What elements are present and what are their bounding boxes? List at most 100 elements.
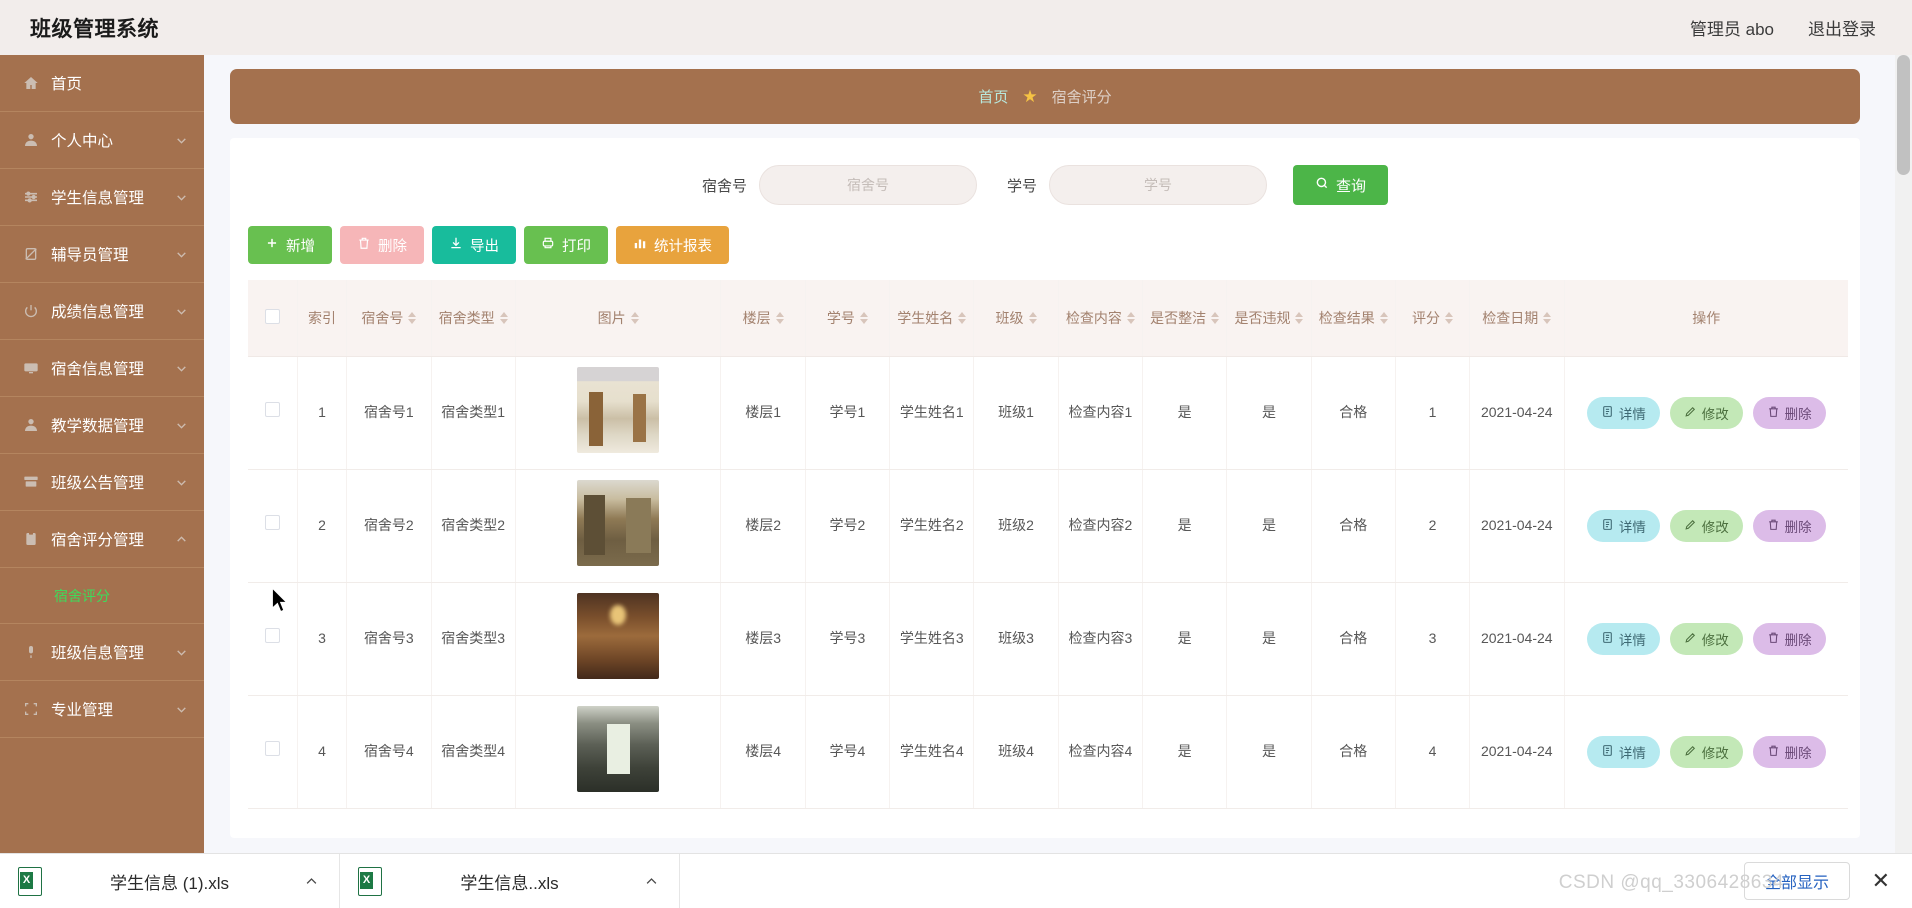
trash-icon xyxy=(1767,405,1780,421)
dorm-photo-thumbnail[interactable] xyxy=(577,366,660,453)
col-floor[interactable]: 楼层 xyxy=(720,280,806,357)
select-all-checkbox[interactable] xyxy=(264,308,280,324)
sort-icon[interactable] xyxy=(1379,311,1388,324)
logout-link[interactable]: 退出登录 xyxy=(1808,15,1876,40)
col-student-no[interactable]: 学号 xyxy=(805,280,891,357)
edit-button[interactable]: 修改 xyxy=(1669,509,1743,542)
row-checkbox[interactable] xyxy=(264,628,280,643)
cell-image[interactable] xyxy=(515,356,722,470)
sort-icon[interactable] xyxy=(408,311,417,324)
sort-icon[interactable] xyxy=(775,311,784,324)
col-dorm-type[interactable]: 宿舍类型 xyxy=(431,280,516,357)
sort-icon[interactable] xyxy=(859,311,868,324)
row-select-cell[interactable] xyxy=(248,695,298,809)
sidebar-item-major[interactable]: 专业管理 xyxy=(0,681,204,738)
sidebar-item-class-notice[interactable]: 班级公告管理 xyxy=(0,454,204,511)
sort-icon[interactable] xyxy=(1211,311,1220,324)
cell-image[interactable] xyxy=(515,469,722,583)
cell-score: 2 xyxy=(1395,469,1470,583)
search-label-student-no: 学号 xyxy=(1006,177,1037,195)
sidebar-item-student-info[interactable]: 学生信息管理 xyxy=(0,169,204,226)
page-scrollbar[interactable] xyxy=(1895,55,1912,853)
row-checkbox[interactable] xyxy=(264,741,280,756)
add-button[interactable]: 新增 xyxy=(248,226,332,264)
sidebar-item-counselor[interactable]: 辅导员管理 xyxy=(0,226,204,283)
row-select-cell[interactable] xyxy=(248,356,298,470)
sidebar-item-dorm-score[interactable]: 宿舍评分管理 xyxy=(0,511,204,568)
show-all-downloads-button[interactable]: 全部显示 xyxy=(1743,862,1850,900)
cell-dorm-type: 宿舍类型3 xyxy=(431,582,516,696)
edit-button[interactable]: 修改 xyxy=(1669,622,1743,655)
edit-button[interactable]: 修改 xyxy=(1669,735,1743,768)
table-row[interactable]: 4 宿舍号4 宿舍类型4 楼层4 学号4 学生姓名4 班级4 检查内容4 是 是… xyxy=(248,695,1848,809)
col-student-name[interactable]: 学生姓名 xyxy=(889,280,975,357)
col-check-content[interactable]: 检查内容 xyxy=(1058,280,1144,357)
detail-button[interactable]: 详情 xyxy=(1586,735,1660,768)
row-delete-button[interactable]: 删除 xyxy=(1752,622,1826,655)
dorm-photo-thumbnail[interactable] xyxy=(577,705,660,792)
sort-icon[interactable] xyxy=(1444,311,1453,324)
sort-icon[interactable] xyxy=(630,311,639,324)
row-checkbox[interactable] xyxy=(264,515,280,530)
download-item[interactable]: X 学生信息..xls xyxy=(340,853,680,908)
row-select-cell[interactable] xyxy=(248,469,298,583)
sort-icon[interactable] xyxy=(1126,311,1135,324)
col-check-date-label: 检查日期 xyxy=(1482,309,1539,326)
sidebar-item-personal-center[interactable]: 个人中心 xyxy=(0,112,204,169)
col-check-date[interactable]: 检查日期 xyxy=(1469,280,1565,357)
search-input-student-no[interactable] xyxy=(1049,165,1267,205)
sidebar-subitem-dorm-score[interactable]: 宿舍评分 xyxy=(0,568,204,624)
breadcrumb-home[interactable]: 首页 xyxy=(978,86,1008,107)
cell-is-clean: 是 xyxy=(1142,356,1228,470)
col-dorm-no[interactable]: 宿舍号 xyxy=(346,280,432,357)
cell-dorm-no: 宿舍号1 xyxy=(346,356,432,470)
row-checkbox[interactable] xyxy=(264,402,280,417)
export-button[interactable]: 导出 xyxy=(432,226,516,264)
dorm-photo-thumbnail[interactable] xyxy=(577,592,660,679)
table-row[interactable]: 3 宿舍号3 宿舍类型3 楼层3 学号3 学生姓名3 班级3 检查内容3 是 是… xyxy=(248,582,1848,696)
cell-floor: 楼层4 xyxy=(720,695,806,809)
row-delete-button[interactable]: 删除 xyxy=(1752,735,1826,768)
detail-button[interactable]: 详情 xyxy=(1586,622,1660,655)
sidebar-item-home[interactable]: 首页 xyxy=(0,55,204,112)
row-delete-button[interactable]: 删除 xyxy=(1752,396,1826,429)
sidebar[interactable]: 首页 个人中心 学生信息管理 辅导员管理 成绩信息管理 宿舍信息管理 教学数据管… xyxy=(0,55,204,853)
sort-icon[interactable] xyxy=(958,311,967,324)
sort-icon[interactable] xyxy=(1295,311,1304,324)
cell-image[interactable] xyxy=(515,695,722,809)
print-button[interactable]: 打印 xyxy=(524,226,608,264)
sort-icon[interactable] xyxy=(499,311,508,324)
sidebar-item-dorm-info[interactable]: 宿舍信息管理 xyxy=(0,340,204,397)
col-is-violation[interactable]: 是否违规 xyxy=(1226,280,1312,357)
sidebar-item-class-info[interactable]: 班级信息管理 xyxy=(0,624,204,681)
sidebar-item-score-info[interactable]: 成绩信息管理 xyxy=(0,283,204,340)
edit-button[interactable]: 修改 xyxy=(1669,396,1743,429)
scrollbar-thumb[interactable] xyxy=(1897,55,1910,175)
report-button[interactable]: 统计报表 xyxy=(616,226,729,264)
sidebar-item-teaching-data[interactable]: 教学数据管理 xyxy=(0,397,204,454)
col-score[interactable]: 评分 xyxy=(1395,280,1470,357)
table-row[interactable]: 1 宿舍号1 宿舍类型1 楼层1 学号1 学生姓名1 班级1 检查内容1 是 是… xyxy=(248,356,1848,470)
row-delete-button[interactable]: 删除 xyxy=(1752,509,1826,542)
delete-button[interactable]: 删除 xyxy=(340,226,424,264)
col-is-clean[interactable]: 是否整洁 xyxy=(1142,280,1228,357)
chevron-up-icon[interactable] xyxy=(637,874,665,889)
download-item[interactable]: X 学生信息 (1).xls xyxy=(0,853,340,908)
table-row[interactable]: 2 宿舍号2 宿舍类型2 楼层2 学号2 学生姓名2 班级2 检查内容2 是 是… xyxy=(248,469,1848,583)
col-image[interactable]: 图片 xyxy=(515,280,722,357)
close-icon[interactable]: ✕ xyxy=(1872,870,1890,892)
dorm-photo-thumbnail[interactable] xyxy=(577,479,660,566)
search-input-dorm-no[interactable] xyxy=(758,165,977,205)
col-check-result[interactable]: 检查结果 xyxy=(1311,280,1396,357)
trash-icon xyxy=(1767,744,1780,760)
select-all-header[interactable] xyxy=(248,280,298,357)
pencil-icon xyxy=(1684,744,1697,760)
chevron-up-icon[interactable] xyxy=(297,874,325,889)
col-class[interactable]: 班级 xyxy=(973,280,1059,357)
cell-image[interactable] xyxy=(515,582,722,696)
sort-icon[interactable] xyxy=(1028,311,1037,324)
detail-button[interactable]: 详情 xyxy=(1586,509,1660,542)
sort-icon[interactable] xyxy=(1543,311,1552,324)
search-button[interactable]: 查询 xyxy=(1293,165,1389,205)
detail-button[interactable]: 详情 xyxy=(1586,396,1660,429)
